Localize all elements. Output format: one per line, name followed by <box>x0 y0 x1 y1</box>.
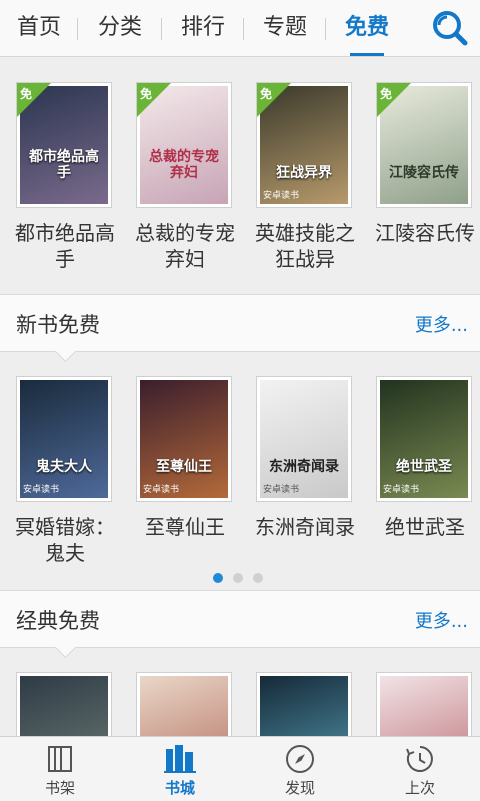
book-title[interactable]: 江陵容氏传 <box>370 220 480 246</box>
book-item[interactable]: 狂战异界 安卓读书 免 英雄技能之狂战异 <box>240 56 360 294</box>
top-navigation: 首页 分类 排行 专题 免费 <box>0 0 480 57</box>
section-title: 新书免费 <box>16 313 100 337</box>
featured-free-books: 都市绝品高手 免 都市绝品高手 总裁的专宠弃妇 免 总裁的专宠弃妇 狂战异界 安… <box>0 56 480 294</box>
tab-home[interactable]: 首页 <box>0 0 78 56</box>
book-item[interactable]: 总裁的专宠弃妇 免 总裁的专宠弃妇 <box>120 56 240 294</box>
nav-discover[interactable]: 发现 <box>240 737 360 801</box>
book-item[interactable]: 绝世武圣 安卓读书 绝世武圣 <box>360 350 480 590</box>
nav-bookshelf[interactable]: 书架 <box>0 737 120 801</box>
book-title[interactable]: 总裁的专宠弃妇 <box>130 220 240 272</box>
tab-category[interactable]: 分类 <box>78 0 162 56</box>
book-title[interactable]: 东洲奇闻录 <box>250 514 360 540</box>
book-cover[interactable]: 江陵容氏传 免 <box>376 82 472 208</box>
section-title: 经典免费 <box>16 609 100 633</box>
tab-topics[interactable]: 专题 <box>244 0 326 56</box>
book-title[interactable]: 都市绝品高手 <box>10 220 120 272</box>
book-item[interactable]: 东洲奇闻录 安卓读书 东洲奇闻录 <box>240 350 360 590</box>
book-cover[interactable] <box>256 672 352 736</box>
bookstore-icon <box>164 745 196 773</box>
pager-dot[interactable] <box>253 573 263 583</box>
book-cover[interactable]: 鬼夫大人 安卓读书 <box>16 376 112 502</box>
book-cover[interactable]: 狂战异界 安卓读书 免 <box>256 82 352 208</box>
more-link[interactable]: 更多... <box>415 607 468 633</box>
classic-free-books <box>0 646 480 736</box>
compass-icon <box>286 745 314 773</box>
book-item[interactable] <box>120 646 240 736</box>
book-cover[interactable] <box>136 672 232 736</box>
nav-last-read[interactable]: 上次 <box>360 737 480 801</box>
book-cover[interactable]: 都市绝品高手 免 <box>16 82 112 208</box>
book-item[interactable] <box>0 646 120 736</box>
nav-bookstore[interactable]: 书城 <box>120 737 240 801</box>
new-free-books: 鬼夫大人 安卓读书 冥婚错嫁：鬼夫 至尊仙王 安卓读书 至尊仙王 东洲奇闻录 安… <box>0 350 480 590</box>
book-item[interactable]: 江陵容氏传 免 江陵容氏传 <box>360 56 480 294</box>
book-item[interactable] <box>240 646 360 736</box>
book-cover[interactable] <box>16 672 112 736</box>
book-title[interactable]: 绝世武圣 <box>370 514 480 540</box>
more-link[interactable]: 更多... <box>415 311 468 337</box>
pager-dot[interactable] <box>233 573 243 583</box>
pager-dot[interactable] <box>213 573 223 583</box>
book-item[interactable] <box>360 646 480 736</box>
bottom-navigation: 书架 书城 发现 上次 <box>0 736 480 801</box>
book-item[interactable]: 都市绝品高手 免 都市绝品高手 <box>0 56 120 294</box>
book-cover[interactable]: 至尊仙王 安卓读书 <box>136 376 232 502</box>
book-item[interactable]: 鬼夫大人 安卓读书 冥婚错嫁：鬼夫 <box>0 350 120 590</box>
book-cover[interactable]: 东洲奇闻录 安卓读书 <box>256 376 352 502</box>
tab-free[interactable]: 免费 <box>326 0 408 56</box>
book-title[interactable]: 英雄技能之狂战异 <box>250 220 360 272</box>
section-header-classic-free: 经典免费 更多... <box>0 590 480 659</box>
tab-ranking[interactable]: 排行 <box>162 0 244 56</box>
section-header-new-free: 新书免费 更多... <box>0 294 480 363</box>
book-cover[interactable]: 绝世武圣 安卓读书 <box>376 376 472 502</box>
book-item[interactable]: 至尊仙王 安卓读书 至尊仙王 <box>120 350 240 590</box>
history-icon <box>406 746 433 772</box>
pager-dots <box>213 573 263 583</box>
book-title[interactable]: 冥婚错嫁：鬼夫 <box>10 514 120 566</box>
book-cover[interactable] <box>376 672 472 736</box>
bookshelf-icon <box>48 746 72 772</box>
book-cover[interactable]: 总裁的专宠弃妇 免 <box>136 82 232 208</box>
book-title[interactable]: 至尊仙王 <box>130 514 240 540</box>
search-icon[interactable] <box>430 8 470 48</box>
